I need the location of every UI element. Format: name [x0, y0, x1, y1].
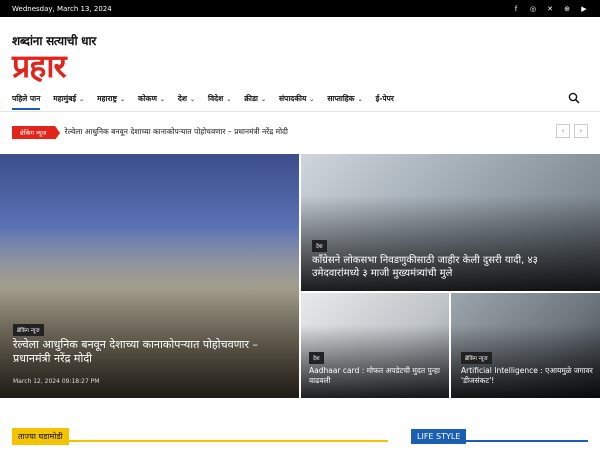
logo-name: प्रहार [12, 47, 67, 85]
featured-grid: ब्रेकिंग न्यूज रेल्वेला आधुनिक बनवून देश… [0, 154, 600, 398]
nav-item-desh[interactable]: देश ⌄ [178, 88, 195, 110]
chevron-left-icon[interactable]: ‹ [556, 124, 570, 138]
chevron-down-icon: ⌄ [260, 95, 266, 103]
nav-item-mahamumbai[interactable]: महामुंबई ⌄ [53, 88, 84, 110]
nav-item-konkan[interactable]: कोकण ⌄ [138, 88, 165, 110]
ticker-headline[interactable]: रेल्वेला आधुनिक बनवून देशाच्या कानाकोपऱ्… [65, 127, 288, 137]
featured-main-title[interactable]: रेल्वेला आधुनिक बनवून देशाच्या कानाकोपऱ्… [13, 338, 283, 366]
featured-bottom-left[interactable]: देश Aadhaar card : मोफत अपडेटची मुदत पुन… [301, 293, 449, 398]
nav-divider [0, 111, 600, 112]
featured-bottom-left-title[interactable]: Aadhaar card : मोफत अपडेटची मुदत पुन्हा … [309, 366, 444, 386]
category-badge[interactable]: ब्रेकिंग न्यूज [461, 352, 492, 364]
featured-main[interactable]: ब्रेकिंग न्यूज रेल्वेला आधुनिक बनवून देश… [0, 154, 299, 398]
featured-bottom-right-title[interactable]: Artificial Intelligence : एआयमुळे जगावर … [461, 366, 596, 386]
breaking-news-ticker: ब्रेकिंग न्यूज रेल्वेला आधुनिक बनवून देश… [12, 124, 588, 140]
top-bar: Wednesday, March 13, 2024 f ◎ ✕ ⊕ ▶ [0, 0, 600, 17]
featured-top-right-title[interactable]: काँग्रेसने लोकसभा निवडणुकीसाठी जाहीर केल… [312, 254, 552, 280]
search-icon[interactable] [568, 92, 580, 104]
nav-item-krida[interactable]: क्रीडा ⌄ [244, 88, 266, 110]
globe-icon[interactable]: ⊕ [563, 5, 571, 13]
instagram-icon[interactable]: ◎ [529, 5, 537, 13]
section-latest-label[interactable]: ताज्या घडामोडी [12, 428, 69, 445]
chevron-down-icon: ⌄ [357, 95, 363, 103]
nav-item-epaper[interactable]: ई-पेपर [376, 88, 394, 110]
x-twitter-icon[interactable]: ✕ [546, 5, 554, 13]
chevron-down-icon: ⌄ [309, 95, 315, 103]
chevron-down-icon: ⌄ [226, 95, 232, 103]
chevron-down-icon: ⌄ [159, 95, 165, 103]
social-links: f ◎ ✕ ⊕ ▶ [512, 5, 588, 13]
main-nav: पहिले पान महामुंबई ⌄ महाराष्ट्र ⌄ कोकण ⌄ दे… [12, 88, 588, 110]
category-badge[interactable]: देश [309, 352, 324, 364]
section-headers: ताज्या घडामोडी LIFE STYLE [12, 424, 588, 445]
section-lifestyle-label[interactable]: LIFE STYLE [411, 429, 467, 444]
section-latest: ताज्या घडामोडी [12, 424, 388, 445]
category-badge[interactable]: देश [312, 240, 327, 252]
featured-main-date: March 12, 2024 09:18:27 PM [13, 378, 100, 385]
youtube-icon[interactable]: ▶ [580, 5, 588, 13]
chevron-down-icon: ⌄ [79, 95, 85, 103]
featured-top-right[interactable]: देश काँग्रेसने लोकसभा निवडणुकीसाठी जाहीर… [301, 154, 600, 291]
ticker-controls: ‹ › [556, 124, 588, 138]
section-lifestyle: LIFE STYLE [411, 424, 588, 444]
nav-item-maharashtra[interactable]: महाराष्ट्र ⌄ [97, 88, 125, 110]
site-logo[interactable]: शब्दांना सत्याची धार प्रहार [12, 32, 152, 85]
chevron-down-icon: ⌄ [119, 95, 125, 103]
current-date: Wednesday, March 13, 2024 [12, 4, 112, 13]
facebook-icon[interactable]: f [512, 5, 520, 13]
chevron-right-icon[interactable]: › [574, 124, 588, 138]
nav-item-home[interactable]: पहिले पान [12, 88, 41, 110]
featured-bottom-right[interactable]: ब्रेकिंग न्यूज Artificial Intelligence :… [451, 293, 600, 398]
category-badge[interactable]: ब्रेकिंग न्यूज [13, 324, 44, 336]
nav-item-sampadakiya[interactable]: संपादकीय ⌄ [279, 88, 314, 110]
nav-item-saptahik[interactable]: साप्ताहिक ⌄ [327, 88, 362, 110]
chevron-down-icon: ⌄ [190, 95, 196, 103]
nav-item-videsh[interactable]: विदेश ⌄ [208, 88, 231, 110]
breaking-badge: ब्रेकिंग न्यूज [12, 125, 60, 140]
